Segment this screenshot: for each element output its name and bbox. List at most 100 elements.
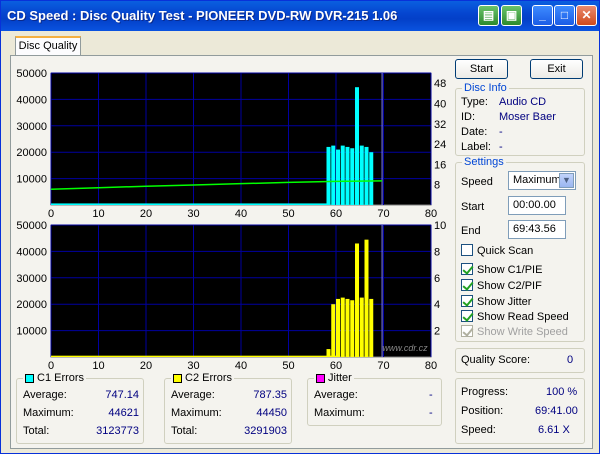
c2-average-value: 787.35: [253, 389, 287, 401]
start-label: Start: [461, 201, 485, 213]
quality-score-value: 0: [567, 354, 574, 366]
jitter-average-label: Average:: [314, 389, 358, 401]
disc-id-label: ID:: [461, 111, 476, 123]
watermark-text: www.cdr.cz: [382, 343, 428, 353]
y-tick-label-right: 2: [434, 326, 440, 338]
show-read-speed-label: Show Read Speed: [477, 311, 569, 323]
close-button[interactable]: ✕: [576, 5, 597, 26]
c2-bar: [364, 239, 369, 357]
disc-label-value: -: [499, 141, 503, 153]
quick-scan-box[interactable]: [461, 244, 473, 256]
disc-info-title: Disc Info: [462, 82, 509, 94]
c1-maximum-label: Maximum:: [23, 407, 74, 419]
jitter-maximum-value: -: [429, 407, 433, 419]
c2-chart: 0 10 20 30 40 50 60 70 80 50000 40000 30000 20000 100…: [16, 220, 446, 372]
progress-value: 100 %: [546, 386, 578, 398]
end-label: End: [461, 225, 481, 237]
show-read-speed-box[interactable]: [461, 310, 473, 322]
y-tick-label-right: 10: [434, 220, 446, 232]
quality-score-label: Quality Score:: [461, 354, 531, 366]
save-icon[interactable]: ▣: [501, 5, 522, 26]
chevron-down-icon[interactable]: ▼: [559, 173, 574, 188]
c2-bar: [146, 355, 194, 357]
c2-bar: [336, 298, 340, 357]
quick-scan-label: Quick Scan: [477, 245, 534, 257]
c2-total-label: Total:: [171, 425, 198, 437]
jitter-title-text: Jitter: [328, 372, 352, 384]
x-tick-label: 0: [48, 360, 54, 372]
c1-swatch: [25, 373, 34, 383]
x-tick-label: 30: [187, 360, 199, 372]
x-tick-label: 40: [235, 360, 247, 372]
progress-label: Progress:: [461, 386, 509, 398]
jitter-title: Jitter: [314, 372, 354, 384]
c2-bar: [340, 297, 345, 357]
x-tick-label: 80: [425, 360, 437, 372]
exit-button[interactable]: Exit: [530, 59, 583, 79]
y-tick-label-left: 50000: [16, 220, 47, 232]
x-tick-label: 20: [140, 360, 152, 372]
x-tick-label: 70: [377, 360, 389, 372]
show-write-speed-label: Show Write Speed: [477, 326, 568, 338]
y-tick-label-left: 10000: [16, 326, 47, 338]
show-jitter-checkbox[interactable]: Show Jitter: [461, 295, 531, 308]
c2-bar: [193, 355, 241, 357]
show-c2-box[interactable]: [461, 279, 473, 291]
y-tick-label-left: 20000: [16, 299, 47, 311]
c1-errors-title: C1 Errors: [23, 372, 87, 384]
jitter-average-value: -: [429, 389, 433, 401]
start-button[interactable]: Start: [455, 59, 508, 79]
c1-total-label: Total:: [23, 425, 50, 437]
maximize-button[interactable]: □: [554, 5, 575, 26]
speed-readout-value: 6.61 X: [538, 424, 570, 436]
disc-date-value: -: [499, 126, 503, 138]
c2-bar: [369, 298, 374, 357]
c2-bar: [350, 300, 355, 357]
app-icon-1[interactable]: ▤: [478, 5, 499, 26]
c2-bar: [345, 298, 350, 357]
c2-bar: [98, 355, 146, 357]
c2-maximum-label: Maximum:: [171, 407, 222, 419]
show-c1-box[interactable]: [461, 263, 473, 275]
app-window: CD Speed : Disc Quality Test - PIONEER D…: [0, 0, 600, 454]
jitter-maximum-label: Maximum:: [314, 407, 365, 419]
c1-errors-title-text: C1 Errors: [37, 372, 85, 384]
c1-total-value: 3123773: [96, 425, 139, 437]
y-tick-label-right: 6: [434, 273, 440, 285]
disc-id-value: Moser Baer: [499, 111, 556, 123]
c2-average-label: Average:: [171, 389, 215, 401]
speed-select[interactable]: Maximum ▼: [508, 171, 576, 190]
c2-bar: [331, 304, 336, 357]
settings-title: Settings: [462, 156, 506, 168]
jitter-swatch: [316, 373, 325, 383]
c2-bar: [241, 355, 289, 357]
c2-maximum-value: 44450: [256, 407, 287, 419]
show-write-speed-checkbox: Show Write Speed: [461, 325, 568, 338]
end-field[interactable]: 69:43.56: [508, 220, 566, 239]
show-read-speed-checkbox[interactable]: Show Read Speed: [461, 310, 569, 323]
quick-scan-checkbox[interactable]: Quick Scan: [461, 244, 533, 257]
c2-bar: [51, 355, 99, 357]
show-c2-checkbox[interactable]: Show C2/PIF: [461, 279, 542, 292]
show-jitter-box[interactable]: [461, 295, 473, 307]
x-tick-label: 50: [282, 360, 294, 372]
speed-readout-label: Speed:: [461, 424, 496, 436]
speed-label: Speed: [461, 176, 493, 188]
x-tick-label: 10: [92, 360, 104, 372]
disc-date-label: Date:: [461, 126, 488, 138]
show-c1-checkbox[interactable]: Show C1/PIE: [461, 263, 542, 276]
c1-maximum-value: 44621: [108, 407, 139, 419]
y-tick-label-left: 40000: [16, 246, 47, 258]
c2-bar: [359, 297, 364, 357]
c2-bar: [326, 349, 331, 357]
start-field[interactable]: 00:00.00: [508, 196, 566, 215]
minimize-button[interactable]: _: [532, 5, 553, 26]
c2-errors-title-text: C2 Errors: [185, 372, 233, 384]
disc-type-label: Type:: [461, 96, 488, 108]
show-c2-label: Show C2/PIF: [477, 280, 542, 292]
x-tick-label: 60: [330, 360, 342, 372]
y-tick-label-left: 30000: [16, 273, 47, 285]
show-write-speed-box: [461, 325, 473, 337]
c1-average-value: 747.14: [105, 389, 139, 401]
position-label: Position:: [461, 405, 504, 417]
